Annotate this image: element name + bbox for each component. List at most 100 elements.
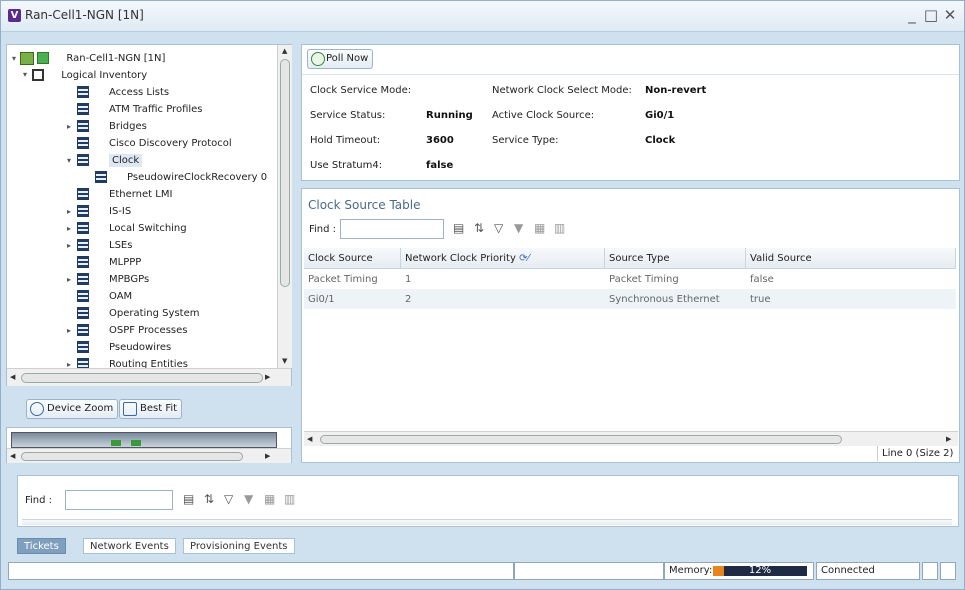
clock-source-table: Clock Source Network Clock Priority ⟳⁄ S… xyxy=(304,248,956,309)
tree-item-label: OSPF Processes xyxy=(109,325,188,336)
minimize-button[interactable]: _ xyxy=(904,6,920,24)
tree-item[interactable]: Ethernet LMI xyxy=(77,186,172,203)
scroll-up-arrow[interactable]: ▲ xyxy=(282,47,287,55)
connection-status: Connected xyxy=(816,562,920,580)
funnel-icon[interactable]: ▽ xyxy=(494,221,503,235)
scroll-left-arrow[interactable]: ◀ xyxy=(10,452,15,460)
column-header[interactable]: Source Type xyxy=(604,248,746,269)
tree-item[interactable]: ATM Traffic Profiles xyxy=(77,101,203,118)
maximize-button[interactable]: □ xyxy=(923,6,939,24)
tree-item[interactable]: MPBGPs xyxy=(77,271,149,288)
scroll-right-arrow[interactable]: ▶ xyxy=(265,373,270,381)
export-icon[interactable]: ▦ xyxy=(534,221,545,235)
tree-item[interactable]: Cisco Discovery Protocol xyxy=(77,135,232,152)
clock-properties-panel: Poll Now Clock Service Mode: Network Clo… xyxy=(301,44,960,181)
table-row[interactable]: Gi0/1 2 Synchronous Ethernet true xyxy=(304,289,956,309)
best-fit-button[interactable]: Best Fit xyxy=(119,399,183,419)
find-label: Find : xyxy=(25,495,53,506)
filter-icon[interactable]: ▤ xyxy=(183,492,194,506)
tree-vertical-scrollbar[interactable]: ▲ ▼ xyxy=(277,45,292,368)
tree-expander[interactable]: ▸ xyxy=(67,207,71,216)
tab-tickets[interactable]: Tickets xyxy=(17,538,66,554)
scrollbar-thumb[interactable] xyxy=(21,373,263,383)
tree-expander[interactable]: ▾ xyxy=(23,70,27,79)
title-bar[interactable]: V Ran-Cell1-NGN [1N] _ □ ✕ xyxy=(1,1,964,32)
device-zoom-button[interactable]: Device Zoom xyxy=(26,399,119,419)
inventory-node-icon xyxy=(77,205,89,217)
filter-icon[interactable]: ▤ xyxy=(453,221,464,235)
clear-filter-icon[interactable]: ▼ xyxy=(244,492,253,506)
scroll-right-arrow[interactable]: ▶ xyxy=(946,435,951,443)
tree-item[interactable]: Clock xyxy=(77,152,143,169)
tree-expander[interactable]: ▾ xyxy=(12,54,16,63)
events-panel: Find : ▤ ⇅ ▽ ▼ ▦ ▥ xyxy=(17,475,959,527)
memory-bar: 12% xyxy=(713,565,807,576)
status-indicator xyxy=(940,562,956,580)
tab-provisioning-events[interactable]: Provisioning Events xyxy=(183,538,295,554)
clear-filter-icon[interactable]: ▼ xyxy=(514,221,523,235)
tree-item[interactable]: OSPF Processes xyxy=(77,322,187,339)
tree-item[interactable]: PseudowireClockRecovery 0 xyxy=(95,169,267,186)
tree-expander[interactable]: ▸ xyxy=(67,275,71,284)
inventory-node-icon xyxy=(77,341,89,353)
tree-logical-inventory[interactable]: Logical Inventory xyxy=(32,67,147,84)
column-header[interactable]: Valid Source xyxy=(745,248,956,269)
close-button[interactable]: ✕ xyxy=(942,6,958,24)
tree-panel: ▾ Ran-Cell1-NGN [1N] ▾ Logical Inventory… xyxy=(6,44,292,386)
scrollbar-thumb[interactable] xyxy=(280,59,290,287)
sort-icon[interactable]: ⇅ xyxy=(474,221,484,235)
magnifier-icon xyxy=(30,402,44,416)
table-status-text: Line 0 (Size 2) xyxy=(877,446,957,461)
tree-expander[interactable]: ▸ xyxy=(67,224,71,233)
table-cell: 1 xyxy=(405,273,412,285)
best-fit-label: Best Fit xyxy=(140,403,178,414)
table-horizontal-scrollbar[interactable]: ◀ ▶ xyxy=(304,431,958,446)
tree-item[interactable]: MLPPP xyxy=(77,254,141,271)
inventory-node-icon xyxy=(77,222,89,234)
tree-expander[interactable]: ▸ xyxy=(67,241,71,250)
funnel-icon[interactable]: ▽ xyxy=(224,492,233,506)
service-type-label: Service Type: xyxy=(492,135,559,146)
tree-root[interactable]: Ran-Cell1-NGN [1N] xyxy=(20,50,165,67)
tree-item-label: Local Switching xyxy=(109,223,187,234)
tree-item[interactable]: IS-IS xyxy=(77,203,131,220)
tree-expander[interactable]: ▸ xyxy=(67,122,71,131)
column-header[interactable]: Network Clock Priority ⟳⁄ xyxy=(400,248,605,269)
print-icon[interactable]: ▥ xyxy=(554,221,565,235)
scrollbar-thumb[interactable] xyxy=(320,435,842,444)
device-view-panel[interactable]: ◀ ▶ xyxy=(6,427,292,463)
tree-horizontal-scrollbar[interactable]: ◀ ▶ xyxy=(7,368,291,386)
find-input[interactable] xyxy=(340,219,444,239)
events-table-header xyxy=(22,519,952,525)
scroll-left-arrow[interactable]: ◀ xyxy=(307,435,312,443)
scrollbar-thumb[interactable] xyxy=(21,452,243,461)
tree-item[interactable]: Operating System xyxy=(77,305,199,322)
column-header[interactable]: Clock Source xyxy=(304,248,401,269)
tree-item[interactable]: LSEs xyxy=(77,237,132,254)
tree-item[interactable]: Pseudowires xyxy=(77,339,171,356)
tree-item-label: MPBGPs xyxy=(109,274,150,285)
tab-network-events[interactable]: Network Events xyxy=(83,538,176,554)
tree-item[interactable]: OAM xyxy=(77,288,132,305)
export-icon[interactable]: ▦ xyxy=(264,492,275,506)
tree-item[interactable]: Access Lists xyxy=(77,84,169,101)
poll-now-button[interactable]: Poll Now xyxy=(307,49,374,69)
device-horizontal-scrollbar[interactable]: ◀ ▶ xyxy=(7,448,291,463)
tree-item-label: ATM Traffic Profiles xyxy=(109,104,203,115)
table-row[interactable]: Packet Timing 1 Packet Timing false xyxy=(304,269,956,290)
sort-icon[interactable]: ⇅ xyxy=(204,492,214,506)
table-cell: Packet Timing xyxy=(308,273,378,285)
scroll-left-arrow[interactable]: ◀ xyxy=(10,373,15,381)
tree-item[interactable]: Local Switching xyxy=(77,220,187,237)
inventory-node-icon xyxy=(77,120,89,132)
service-type-value: Clock xyxy=(645,135,676,146)
table-cell: Gi0/1 xyxy=(308,293,335,305)
scroll-right-arrow[interactable]: ▶ xyxy=(265,452,270,460)
print-icon[interactable]: ▥ xyxy=(284,492,295,506)
tree-expander[interactable]: ▾ xyxy=(67,156,71,165)
clock-service-mode-label: Clock Service Mode: xyxy=(310,85,412,96)
find-input[interactable] xyxy=(65,490,173,510)
scroll-down-arrow[interactable]: ▼ xyxy=(282,357,287,365)
tree-expander[interactable]: ▸ xyxy=(67,326,71,335)
tree-item[interactable]: Bridges xyxy=(77,118,147,135)
